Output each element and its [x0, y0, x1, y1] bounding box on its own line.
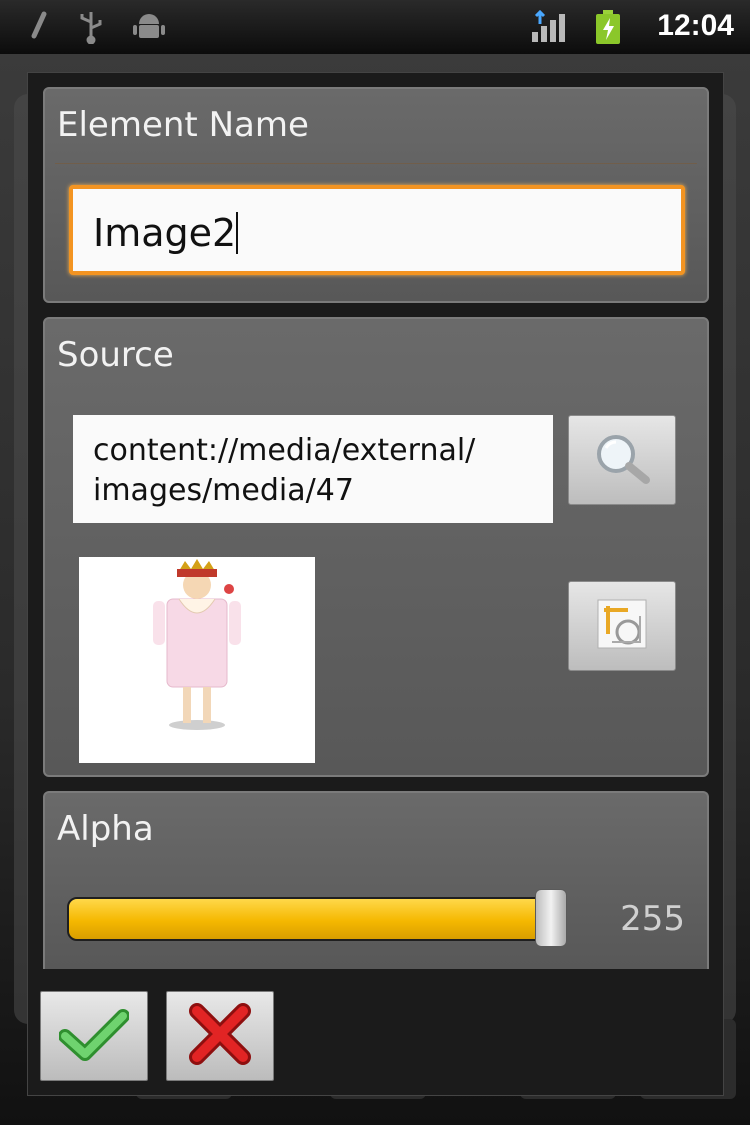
alpha-slider-thumb[interactable] — [535, 889, 567, 947]
element-properties-dialog: Element Name Image2 Source content://med… — [27, 72, 724, 1096]
usb-icon — [76, 10, 106, 52]
alpha-slider-fill — [69, 899, 561, 939]
element-name-input[interactable]: Image2 — [69, 185, 685, 275]
ok-button[interactable] — [40, 991, 148, 1081]
status-clock: 12:04 — [657, 9, 734, 42]
source-path-field[interactable]: content://media/external/ images/media/4… — [73, 415, 553, 523]
status-bar: 12:04 — [0, 0, 750, 54]
source-path-line1: content://media/external/ — [93, 433, 476, 468]
crop-image-button[interactable] — [568, 581, 676, 671]
element-name-panel: Element Name Image2 — [43, 87, 709, 303]
signal-icon — [530, 9, 570, 48]
cancel-button[interactable] — [166, 991, 274, 1081]
browse-source-button[interactable] — [568, 415, 676, 505]
element-name-value: Image2 — [93, 211, 237, 255]
battery-charging-icon — [594, 9, 622, 49]
source-title: Source — [57, 335, 174, 375]
android-icon — [132, 10, 166, 52]
image-preview — [79, 557, 315, 763]
usb-debug-icon — [28, 10, 50, 52]
source-panel: Source content://media/external/ images/… — [43, 317, 709, 777]
text-caret — [236, 212, 239, 254]
crop-icon — [592, 594, 652, 658]
divider — [55, 163, 697, 164]
alpha-slider-track[interactable] — [67, 897, 563, 941]
checkmark-icon — [58, 1006, 130, 1066]
source-path-line2: images/media/47 — [93, 473, 354, 508]
magnifier-icon — [586, 428, 658, 492]
element-name-title: Element Name — [57, 105, 309, 145]
alpha-panel: Alpha 255 — [43, 791, 709, 969]
x-icon — [187, 1003, 253, 1069]
alpha-title: Alpha — [57, 809, 154, 849]
preview-figure — [153, 559, 241, 730]
alpha-value: 255 — [620, 899, 685, 939]
